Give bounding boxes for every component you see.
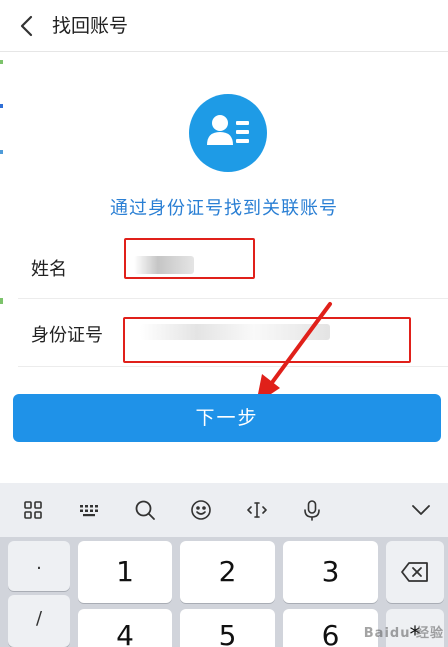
keyboard-toolbar bbox=[0, 483, 448, 537]
edge-artifact bbox=[0, 104, 3, 108]
backspace-icon bbox=[401, 562, 428, 582]
next-step-button[interactable]: 下一步 bbox=[13, 394, 441, 442]
collapse-chevron-icon[interactable] bbox=[408, 497, 434, 523]
subtitle: 通过身份证号找到关联账号 bbox=[110, 198, 338, 219]
top-bar: 找回账号 bbox=[0, 0, 448, 52]
key-5[interactable]: 5 bbox=[180, 609, 275, 647]
microphone-icon[interactable] bbox=[299, 497, 325, 523]
name-label: 姓名 bbox=[31, 259, 67, 280]
grid-icon[interactable] bbox=[20, 497, 46, 523]
divider bbox=[18, 366, 448, 367]
cursor-icon[interactable] bbox=[244, 497, 270, 523]
keyboard-icon[interactable] bbox=[76, 497, 102, 523]
numeric-keyboard: . / 1 2 3 4 5 6 * Baidu 经验 bbox=[0, 483, 448, 647]
emoji-icon[interactable] bbox=[188, 497, 214, 523]
page-title: 找回账号 bbox=[52, 15, 129, 37]
search-icon[interactable] bbox=[132, 497, 158, 523]
app-screen: 找回账号 通过身份证号找到关联账号 姓名 身份证号 下一步 . / 1 2 3 … bbox=[0, 0, 448, 647]
id-number-label: 身份证号 bbox=[31, 325, 103, 346]
delete-key[interactable] bbox=[386, 541, 444, 603]
key-2[interactable]: 2 bbox=[180, 541, 275, 603]
key-dot[interactable]: . bbox=[8, 541, 70, 591]
watermark: Baidu 经验 bbox=[363, 626, 444, 641]
avatar bbox=[189, 94, 267, 172]
key-slash[interactable]: / bbox=[8, 595, 70, 647]
name-field[interactable] bbox=[124, 238, 255, 279]
chevron-left-icon[interactable] bbox=[14, 12, 42, 40]
key-1[interactable]: 1 bbox=[78, 541, 172, 603]
id-card-person-icon bbox=[207, 115, 249, 145]
edge-artifact bbox=[0, 150, 3, 154]
edge-artifact bbox=[0, 60, 3, 64]
key-3[interactable]: 3 bbox=[283, 541, 378, 603]
key-4[interactable]: 4 bbox=[78, 609, 172, 647]
divider bbox=[18, 298, 448, 299]
